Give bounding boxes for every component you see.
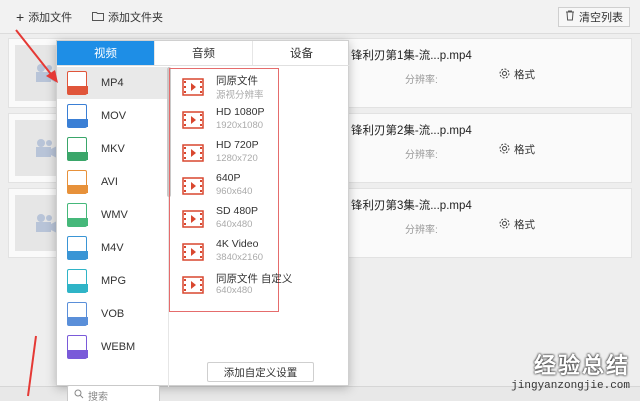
- preset-item[interactable]: HD 1080P 1920x1080: [178, 106, 278, 138]
- add-file-label: 添加文件: [28, 12, 73, 24]
- format-label: AVI: [101, 176, 118, 188]
- clear-list-label: 清空列表: [579, 12, 623, 24]
- wmv-file-icon: [67, 203, 88, 227]
- gear-icon: [499, 68, 510, 82]
- format-item-wmv[interactable]: WMV: [57, 199, 167, 231]
- watermark-url: jingyanzongjie.com: [511, 380, 630, 392]
- film-icon: [182, 243, 204, 261]
- film-icon: [182, 144, 204, 162]
- format-search-input[interactable]: 搜索: [67, 385, 160, 401]
- watermark: 经验总结 jingyanzongjie.com: [511, 348, 630, 392]
- preset-title: 同原文件 自定义: [216, 273, 293, 285]
- preset-item[interactable]: 640P 960x640: [178, 172, 278, 204]
- film-icon: [182, 111, 204, 129]
- preset-item[interactable]: HD 720P 1280x720: [178, 139, 278, 171]
- format-item-m4v[interactable]: M4V: [57, 232, 167, 264]
- plus-icon: +: [16, 9, 25, 25]
- toolbar: + 添加文件 添加文件夹 清空列表: [0, 0, 640, 34]
- preset-resolution: 1280x720: [216, 153, 258, 164]
- preset-title: SD 480P: [216, 205, 259, 217]
- gear-icon: [499, 143, 510, 157]
- gear-icon: [499, 218, 510, 232]
- format-label: MOV: [101, 110, 127, 122]
- add-custom-setting-button[interactable]: 添加自定义设置: [207, 362, 314, 382]
- tab-audio[interactable]: 音频: [155, 41, 253, 65]
- preset-item[interactable]: SD 480P 640x480: [178, 205, 278, 237]
- format-list: MP4 MOV MKV AVI WMV M4V MPG VOB WEBM 搜索: [57, 67, 169, 401]
- format-item-mpg[interactable]: MPG: [57, 265, 167, 297]
- format-settings-button[interactable]: 格式: [499, 67, 535, 82]
- preset-resolution: 源视分辨率: [216, 90, 264, 101]
- format-item-vob[interactable]: VOB: [57, 298, 167, 330]
- search-placeholder: 搜索: [88, 392, 108, 401]
- film-icon: [182, 78, 204, 96]
- format-label: 格式: [514, 219, 535, 231]
- folder-icon: [92, 11, 104, 24]
- file-name: 锋利刃第2集-流...p.mp4: [351, 125, 472, 137]
- preset-title: 640P: [216, 172, 241, 184]
- film-icon: [182, 276, 204, 294]
- format-label: WEBM: [101, 341, 136, 353]
- preset-title: HD 720P: [216, 139, 259, 151]
- preset-resolution: 640x480: [216, 219, 253, 230]
- clear-list-button[interactable]: 清空列表: [558, 7, 630, 27]
- avi-file-icon: [67, 170, 88, 194]
- tab-device[interactable]: 设备: [253, 41, 350, 65]
- preset-resolution: 960x640: [216, 186, 253, 197]
- preset-resolution: 640x480: [216, 285, 253, 296]
- format-label: M4V: [101, 242, 124, 254]
- mov-file-icon: [67, 104, 88, 128]
- mkv-file-icon: [67, 137, 88, 161]
- search-icon: [74, 389, 84, 401]
- preset-title: 4K Video: [216, 238, 259, 250]
- format-label: 格式: [514, 69, 535, 81]
- preset-resolution: 3840x2160: [216, 252, 264, 263]
- trash-icon: [565, 10, 575, 24]
- resolution-label: 分辨率:: [405, 75, 438, 86]
- format-item-avi[interactable]: AVI: [57, 166, 167, 198]
- format-label: 格式: [514, 144, 535, 156]
- format-label: WMV: [101, 209, 128, 221]
- format-settings-button[interactable]: 格式: [499, 217, 535, 232]
- format-settings-button[interactable]: 格式: [499, 142, 535, 157]
- tab-video[interactable]: 视频: [57, 41, 155, 65]
- m4v-file-icon: [67, 236, 88, 260]
- webm-file-icon: [67, 335, 88, 359]
- preset-title: 同原文件: [216, 75, 258, 87]
- resolution-label: 分辨率:: [405, 225, 438, 236]
- preset-item[interactable]: 4K Video 3840x2160: [178, 238, 278, 270]
- arrow-annotation-bottom: [27, 335, 37, 397]
- preset-item[interactable]: 同原文件 自定义 640x480: [178, 271, 292, 303]
- add-file-button[interactable]: + 添加文件: [10, 7, 78, 27]
- add-folder-label: 添加文件夹: [108, 12, 163, 24]
- preset-title: HD 1080P: [216, 106, 265, 118]
- format-label: VOB: [101, 308, 125, 320]
- file-name: 锋利刃第1集-流...p.mp4: [351, 50, 472, 62]
- mp4-file-icon: [67, 71, 88, 95]
- format-item-webm[interactable]: WEBM: [57, 331, 167, 363]
- format-label: MP4: [101, 77, 124, 89]
- format-tabs: 视频 音频 设备: [57, 41, 350, 66]
- file-name: 锋利刃第3集-流...p.mp4: [351, 200, 472, 212]
- format-item-mp4[interactable]: MP4: [57, 67, 167, 99]
- resolution-label: 分辨率:: [405, 150, 438, 161]
- format-item-mov[interactable]: MOV: [57, 100, 167, 132]
- mpg-file-icon: [67, 269, 88, 293]
- preset-item[interactable]: 同原文件 源视分辨率: [178, 73, 278, 105]
- format-label: MPG: [101, 275, 127, 287]
- format-dropdown-panel: 视频 音频 设备 MP4 MOV MKV AVI WMV M4V MPG VOB…: [56, 40, 350, 401]
- vob-file-icon: [67, 302, 88, 326]
- format-label: MKV: [101, 143, 125, 155]
- film-icon: [182, 210, 204, 228]
- preset-list: 同原文件 源视分辨率 HD 1080P 1920x1080 HD 720P 12…: [169, 68, 292, 312]
- add-folder-button[interactable]: 添加文件夹: [86, 7, 169, 27]
- format-item-mkv[interactable]: MKV: [57, 133, 167, 165]
- watermark-text: 经验总结: [533, 353, 630, 378]
- preset-resolution: 1920x1080: [216, 120, 264, 131]
- film-icon: [182, 177, 204, 195]
- arrow-annotation-top: [15, 29, 58, 83]
